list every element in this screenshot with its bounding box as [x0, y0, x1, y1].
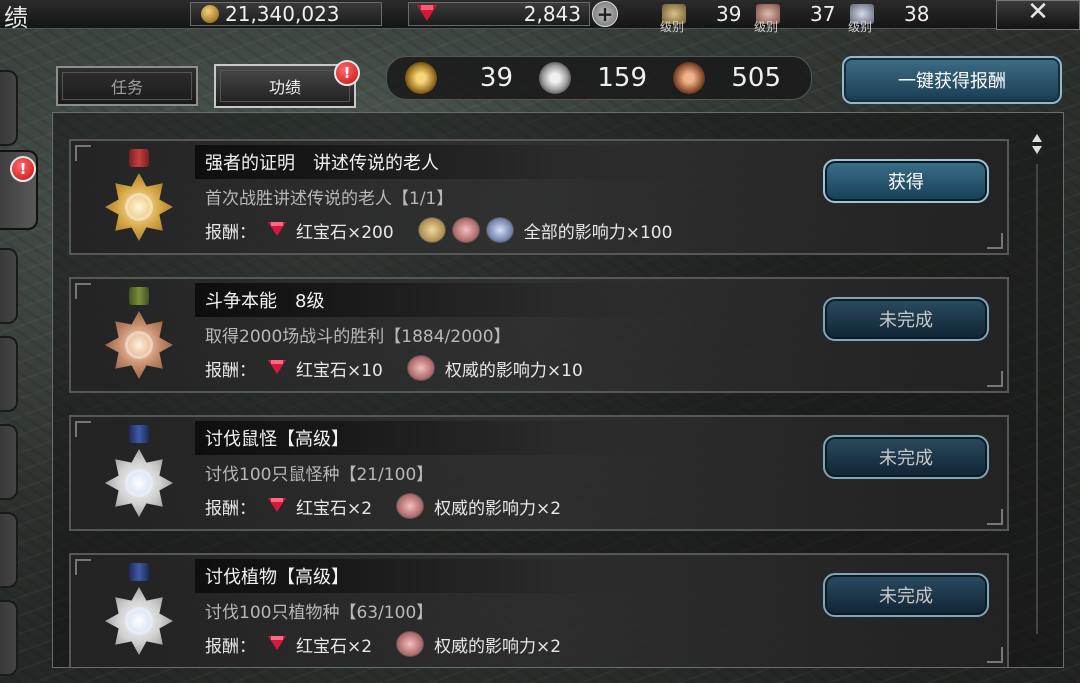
side-tab-6[interactable] — [0, 512, 18, 588]
bronze-rank-emblem-icon: 级别 — [754, 4, 780, 34]
tab-label: 功绩 — [268, 78, 301, 97]
ruby-icon — [417, 5, 437, 23]
achievement-desc: 首次战胜讲述传说的老人【1/1】 — [205, 188, 454, 209]
medal-count-value: 159 — [597, 63, 647, 93]
rank-label: 级别 — [754, 20, 779, 34]
gold-medal-icon — [405, 62, 437, 94]
ruby-icon — [268, 222, 286, 238]
rank-gold: 级别 39 — [660, 0, 742, 34]
ruby-icon — [268, 636, 286, 652]
gold-medal-icon — [99, 149, 179, 253]
achievement-title: 斗争本能 8级 — [195, 283, 715, 317]
medal-count-bronze: 505 — [655, 62, 789, 94]
rank-label: 级别 — [660, 20, 685, 34]
medal-count-gold: 39 — [387, 62, 521, 94]
side-tab-3[interactable] — [0, 248, 18, 324]
side-tab-5[interactable] — [0, 424, 18, 500]
blue-influence-icon — [485, 217, 514, 243]
medal-count-silver: 159 — [521, 62, 655, 94]
close-icon: ✕ — [1027, 0, 1049, 27]
influence-reward: 权威的影响力×2 — [434, 498, 562, 519]
achievement-desc: 讨伐100只鼠怪种【21/100】 — [205, 464, 434, 485]
gold-counter: 21,340,023 — [190, 2, 382, 26]
achievement-card: 强者的证明 讲述传说的老人 首次战胜讲述传说的老人【1/1】 报酬： 红宝石×2… — [69, 139, 1009, 255]
tab-label: 任务 — [110, 78, 143, 97]
side-tab-7[interactable] — [0, 600, 18, 676]
rank-label: 级别 — [848, 20, 873, 34]
rank-value: 39 — [716, 2, 742, 26]
bronze-medal-icon — [99, 287, 179, 391]
resource-bar: 绩 21,340,023 2,843 + 级别 39 级别 37 级别 38 ✕ — [0, 0, 1080, 34]
achievement-title: 讨伐植物【高级】 — [195, 559, 715, 593]
achievement-desc: 取得2000场战斗的胜利【1884/2000】 — [205, 326, 511, 347]
rank-value: 38 — [904, 2, 930, 26]
achievement-card: 斗争本能 8级 取得2000场战斗的胜利【1884/2000】 报酬： 红宝石×… — [69, 277, 1009, 393]
red-influence-icon — [451, 217, 480, 243]
ruby-icon — [268, 360, 286, 376]
ruby-amount: 2,843 — [523, 2, 581, 26]
achievement-list: 强者的证明 讲述传说的老人 首次战胜讲述传说的老人【1/1】 报酬： 红宝石×2… — [52, 112, 1064, 668]
silver-medal-icon — [539, 62, 571, 94]
silver-medal-icon — [99, 563, 179, 667]
reward-label: 报酬： — [205, 498, 256, 519]
side-tab-4[interactable] — [0, 336, 18, 412]
achievement-reward: 报酬： 红宝石×2 权威的影响力×2 — [195, 627, 715, 661]
authority-influence-icon — [396, 631, 425, 657]
achievement-card: 讨伐植物【高级】 讨伐100只植物种【63/100】 报酬： 红宝石×2 权威的… — [69, 553, 1009, 667]
gold-influence-icon — [417, 217, 446, 243]
achievement-title: 讨伐鼠怪【高级】 — [195, 421, 715, 455]
influence-reward: 权威的影响力×2 — [434, 636, 562, 657]
achievement-card: 讨伐鼠怪【高级】 讨伐100只鼠怪种【21/100】 报酬： 红宝石×2 权威的… — [69, 415, 1009, 531]
medal-count-bar: 39 159 505 — [386, 56, 812, 100]
ruby-reward: 红宝石×2 — [296, 636, 373, 657]
ruby-reward: 红宝石×200 — [296, 222, 394, 243]
authority-influence-icon — [396, 493, 425, 519]
medal-count-value: 39 — [479, 63, 513, 93]
reward-label: 报酬： — [205, 360, 256, 381]
achievement-desc: 讨伐100只植物种【63/100】 — [205, 602, 434, 623]
achievement-reward: 报酬： 红宝石×200 全部的影响力×100 — [195, 213, 715, 247]
silver-medal-icon — [99, 425, 179, 529]
medal-count-value: 505 — [731, 63, 781, 93]
influence-reward: 全部的影响力×100 — [523, 222, 673, 243]
ruby-reward: 红宝石×2 — [296, 498, 373, 519]
achievement-reward: 报酬： 红宝石×2 权威的影响力×2 — [195, 489, 715, 523]
rank-bronze: 级别 37 — [754, 0, 836, 34]
gold-rank-emblem-icon: 级别 — [660, 4, 686, 34]
gold-coin-icon — [201, 5, 219, 23]
silver-rank-emblem-icon: 级别 — [848, 4, 874, 34]
rank-value: 37 — [810, 2, 836, 26]
authority-influence-icon — [406, 355, 435, 381]
side-alert-icon: ! — [10, 156, 36, 182]
influence-reward: 权威的影响力×10 — [444, 360, 583, 381]
side-tab-1[interactable] — [0, 70, 18, 146]
ruby-counter: 2,843 — [408, 2, 590, 26]
tab-alert-icon: ! — [334, 60, 360, 86]
claim-button[interactable]: 获得 — [823, 159, 989, 203]
incomplete-button[interactable]: 未完成 — [823, 297, 989, 341]
incomplete-button[interactable]: 未完成 — [823, 573, 989, 617]
ruby-icon — [268, 498, 286, 514]
claim-all-button[interactable]: 一键获得报酬 — [842, 56, 1062, 104]
gold-amount: 21,340,023 — [225, 2, 340, 26]
close-button[interactable]: ✕ — [996, 0, 1080, 30]
scrollbar[interactable] — [1032, 134, 1042, 638]
incomplete-button[interactable]: 未完成 — [823, 435, 989, 479]
bronze-medal-icon — [673, 62, 705, 94]
reward-label: 报酬： — [205, 636, 256, 657]
achievement-title: 强者的证明 讲述传说的老人 — [195, 145, 715, 179]
tab-tasks[interactable]: 任务 — [56, 66, 198, 106]
scroll-arrows-icon[interactable] — [1032, 134, 1042, 164]
rank-silver: 级别 38 — [848, 0, 930, 34]
ruby-reward: 红宝石×10 — [296, 360, 383, 381]
page-title: 绩 — [4, 4, 28, 32]
add-ruby-button[interactable]: + — [592, 1, 618, 27]
achievement-reward: 报酬： 红宝石×10 权威的影响力×10 — [195, 351, 715, 385]
reward-label: 报酬： — [205, 222, 256, 243]
